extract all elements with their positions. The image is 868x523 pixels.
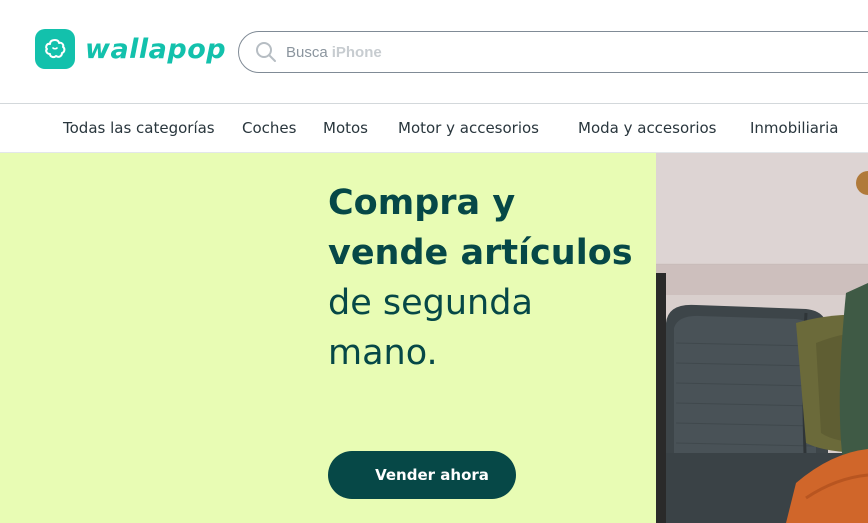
headline-line-2: vende artículos bbox=[328, 233, 633, 273]
search-bar[interactable]: Busca iPhone bbox=[238, 31, 868, 73]
category-all[interactable]: Todas las categorías bbox=[63, 119, 215, 137]
category-moda-accesorios[interactable]: Moda y accesorios bbox=[578, 119, 716, 137]
headline-line-1: Compra y bbox=[328, 183, 516, 223]
top-header: wallapop Busca iPhone bbox=[0, 0, 868, 104]
sell-now-button[interactable]: Vender ahora bbox=[328, 451, 516, 499]
category-motor-accesorios[interactable]: Motor y accesorios bbox=[398, 119, 539, 137]
category-motos[interactable]: Motos bbox=[323, 119, 368, 137]
search-placeholder-hint: iPhone bbox=[331, 43, 382, 61]
category-coches[interactable]: Coches bbox=[242, 119, 296, 137]
brand-name: wallapop bbox=[85, 33, 227, 65]
logo-icon bbox=[35, 29, 75, 69]
category-nav: Todas las categorías Coches Motos Motor … bbox=[0, 105, 868, 153]
search-placeholder: Busca bbox=[286, 43, 328, 61]
hero-banner: Compra y vende artículos de segunda mano… bbox=[0, 153, 656, 523]
search-input[interactable]: Busca iPhone bbox=[286, 44, 382, 61]
wallapop-logo[interactable]: wallapop bbox=[35, 29, 226, 69]
hero-photo bbox=[656, 153, 868, 523]
category-inmobiliaria[interactable]: Inmobiliaria bbox=[750, 119, 838, 137]
headline-line-4: mano. bbox=[328, 333, 438, 373]
hero-headline: Compra y vende artículos de segunda mano… bbox=[328, 178, 648, 378]
headline-line-3: de segunda bbox=[328, 283, 533, 323]
search-icon bbox=[255, 41, 277, 63]
